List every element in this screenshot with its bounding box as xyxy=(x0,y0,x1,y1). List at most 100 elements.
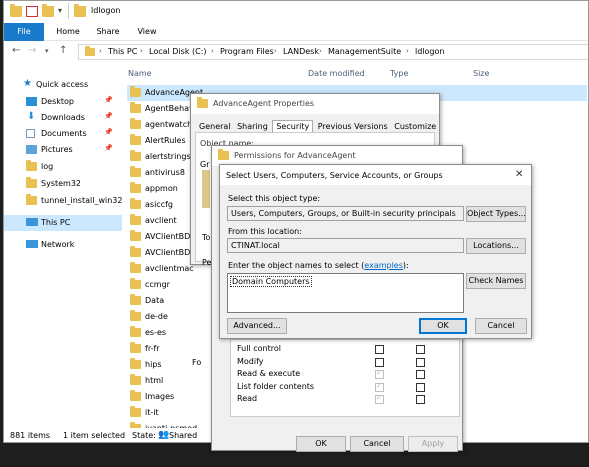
tab-previous-versions[interactable]: Previous Versions xyxy=(316,121,390,132)
properties-icon[interactable] xyxy=(26,6,38,17)
column-header-date[interactable]: Date modified xyxy=(308,69,365,78)
advanced-button[interactable]: Advanced... xyxy=(227,318,287,334)
permission-label: List folder contents xyxy=(237,381,315,391)
nav-item-documents[interactable]: Documents 📌 xyxy=(4,126,122,142)
deny-checkbox[interactable] xyxy=(416,370,425,379)
tab-home[interactable]: Home xyxy=(50,23,86,41)
allow-checkbox[interactable] xyxy=(375,393,384,404)
address-bar[interactable]: › This PC › Local Disk (C:) › Program Fi… xyxy=(78,44,588,60)
folder-icon xyxy=(26,160,37,171)
file-name: ccmgr xyxy=(145,280,170,289)
nav-item-label: Documents xyxy=(41,129,87,138)
tab-general[interactable]: General xyxy=(197,121,233,132)
group-list-icons xyxy=(202,170,210,208)
column-header-name[interactable]: Name xyxy=(128,69,152,78)
object-names-input[interactable]: Domain Computers xyxy=(227,273,464,313)
new-folder-icon[interactable] xyxy=(42,4,54,17)
close-icon[interactable]: ✕ xyxy=(515,169,523,180)
permissions-title-bar: Permissions for AdvanceAgent xyxy=(212,146,462,166)
allow-checkbox[interactable] xyxy=(375,357,384,367)
column-header-size[interactable]: Size xyxy=(473,69,489,78)
nav-item-downloads[interactable]: ⬇ Downloads 📌 xyxy=(4,110,122,126)
deny-checkbox[interactable] xyxy=(416,395,425,404)
pin-icon: 📌 xyxy=(104,144,113,152)
nav-item-label: tunnel_install_win32 xyxy=(41,196,123,205)
column-header-type[interactable]: Type xyxy=(390,69,408,78)
nav-item-log[interactable]: log xyxy=(4,159,122,175)
tab-file[interactable]: File xyxy=(4,23,44,41)
file-name: de-de xyxy=(145,312,168,321)
tab-customize[interactable]: Customize xyxy=(392,121,438,132)
up-arrow-icon[interactable]: ↑ xyxy=(59,45,67,56)
tab-view[interactable]: View xyxy=(130,23,164,41)
file-name: appmon xyxy=(145,184,178,193)
nav-this-pc[interactable]: This PC xyxy=(4,215,122,231)
tab-security[interactable]: Security xyxy=(272,120,314,132)
object-types-button[interactable]: Object Types... xyxy=(466,206,526,222)
properties-title-bar: AdvanceAgent Properties xyxy=(191,94,439,114)
tab-sharing[interactable]: Sharing xyxy=(235,121,270,132)
chevron-down-icon[interactable]: ▾ xyxy=(58,6,62,15)
allow-checkbox[interactable] xyxy=(375,381,384,392)
file-name: hips xyxy=(145,360,162,369)
breadcrumb-landesk[interactable]: LANDesk xyxy=(283,47,319,56)
folder-icon xyxy=(130,342,141,353)
chevron-right-icon: › xyxy=(140,47,143,55)
pin-icon: 📌 xyxy=(104,112,113,120)
forward-arrow-icon[interactable]: → xyxy=(28,45,36,56)
folder-icon xyxy=(130,182,141,193)
nav-this-pc-label: This PC xyxy=(41,218,71,227)
examples-link[interactable]: examples xyxy=(364,261,403,270)
file-name: antivirus8 xyxy=(145,168,185,177)
back-arrow-icon[interactable]: ← xyxy=(12,45,20,56)
folder-icon xyxy=(130,214,141,225)
file-name: it-it xyxy=(145,408,159,417)
group-label: Gr xyxy=(200,160,210,169)
permissions-list: Full control Modify Read & execute List fol… xyxy=(230,339,460,417)
ribbon: File Home Share View xyxy=(4,23,588,41)
nav-quick-access[interactable]: ★ Quick access xyxy=(4,77,122,93)
properties-title: AdvanceAgent Properties xyxy=(213,99,315,108)
folder-icon xyxy=(130,246,141,257)
breadcrumb-this-pc[interactable]: This PC xyxy=(108,47,137,56)
permissions-cancel-button[interactable]: Cancel xyxy=(350,436,404,452)
select-title: Select Users, Computers, Service Account… xyxy=(226,171,443,180)
folder-icon xyxy=(197,97,208,108)
pin-icon: 📌 xyxy=(104,96,113,104)
folder-icon xyxy=(130,278,141,289)
select-cancel-button[interactable]: Cancel xyxy=(475,318,527,334)
properties-tabs: General Sharing Security Previous Versio… xyxy=(197,120,438,132)
breadcrumb-program-files[interactable]: Program Files xyxy=(220,47,274,56)
locations-button[interactable]: Locations... xyxy=(466,238,526,254)
nav-item-pictures[interactable]: Pictures 📌 xyxy=(4,142,122,158)
recent-chevron-icon[interactable]: ▾ xyxy=(45,47,49,55)
check-names-button[interactable]: Check Names xyxy=(466,273,526,289)
title-folder-icon xyxy=(74,4,86,17)
breadcrumb-local-disk[interactable]: Local Disk (C:) xyxy=(149,47,207,56)
pin-icon: 📌 xyxy=(104,128,113,136)
documents-icon xyxy=(26,129,35,138)
allow-checkbox[interactable] xyxy=(375,368,384,379)
download-icon: ⬇ xyxy=(27,111,36,122)
nav-item-system32[interactable]: System32 xyxy=(4,176,122,192)
nav-item-desktop[interactable]: Desktop 📌 xyxy=(4,94,122,110)
nav-network[interactable]: Network xyxy=(4,237,122,253)
chevron-right-icon: › xyxy=(99,47,102,55)
chevron-right-icon: › xyxy=(274,47,277,55)
file-name: fr-fr xyxy=(145,344,160,353)
permissions-title: Permissions for AdvanceAgent xyxy=(234,151,356,160)
permissions-ok-button[interactable]: OK xyxy=(296,436,346,452)
deny-checkbox[interactable] xyxy=(416,357,425,367)
nav-item-tunnel-install[interactable]: tunnel_install_win32 xyxy=(4,193,122,209)
breadcrumb-ldlogon[interactable]: ldlogon xyxy=(415,47,444,56)
breadcrumb-managementsuite[interactable]: ManagementSuite xyxy=(328,47,401,56)
file-name: avclient xyxy=(145,216,177,225)
tab-share[interactable]: Share xyxy=(90,23,126,41)
address-row: ← → ▾ ↑ › This PC › Local Disk (C:) › Pr… xyxy=(4,41,588,63)
select-ok-button[interactable]: OK xyxy=(419,318,467,334)
allow-checkbox[interactable] xyxy=(375,345,384,354)
permissions-apply-button[interactable]: Apply xyxy=(408,436,458,452)
desktop-icon xyxy=(26,97,37,106)
deny-checkbox[interactable] xyxy=(416,382,425,392)
deny-checkbox[interactable] xyxy=(416,345,425,354)
